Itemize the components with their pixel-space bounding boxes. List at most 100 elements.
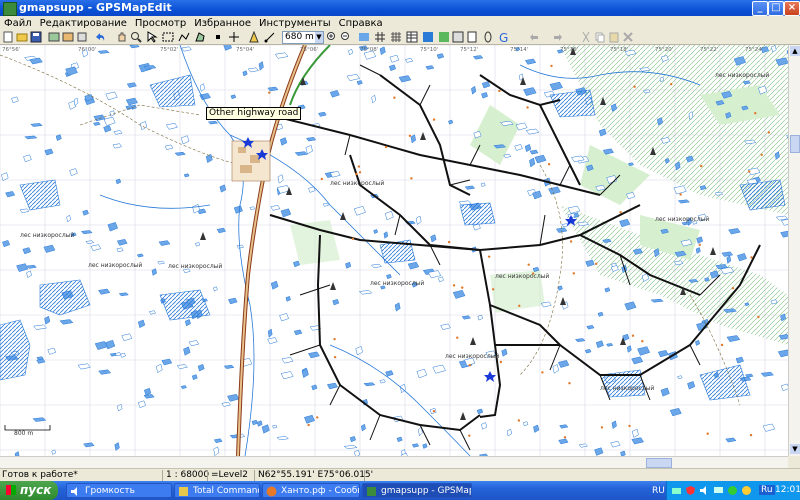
zoom-out-icon[interactable] xyxy=(340,31,352,43)
delete-icon[interactable] xyxy=(622,31,634,43)
start-button[interactable]: пуск xyxy=(0,481,58,500)
forest-label: лес низкорослый xyxy=(168,263,222,270)
menu-tools[interactable]: Инструменты xyxy=(255,17,335,31)
properties-icon[interactable] xyxy=(76,31,88,43)
zero-icon[interactable] xyxy=(482,31,494,43)
node-tool-icon[interactable] xyxy=(212,31,224,43)
water-patch xyxy=(114,352,122,357)
water-patch xyxy=(279,137,288,146)
field-marker xyxy=(526,106,529,109)
zoom-level-select[interactable]: 680 m ▼ xyxy=(282,31,324,44)
menu-view[interactable]: Просмотр xyxy=(131,17,190,31)
status-level: =Level2 xyxy=(211,470,249,480)
minimize-button[interactable]: _ xyxy=(752,1,768,16)
water-patch xyxy=(780,230,788,238)
table-icon[interactable] xyxy=(406,31,418,43)
point-tool-icon[interactable] xyxy=(248,30,260,43)
menu-edit[interactable]: Редактирование xyxy=(36,17,131,31)
zoom-in-icon[interactable] xyxy=(326,31,338,43)
map-layer-icon[interactable] xyxy=(358,31,370,43)
task-browser[interactable]: Ханто.рф - Сообщес... xyxy=(262,483,360,498)
document-icon[interactable] xyxy=(466,31,478,43)
water-patch xyxy=(585,259,595,267)
water-patch xyxy=(233,205,243,214)
export-icon[interactable] xyxy=(62,31,74,43)
water-patch xyxy=(506,428,513,437)
toolbar: 680 m ▼ G xyxy=(0,30,800,45)
measure-tool-icon[interactable] xyxy=(264,31,276,43)
polygon-tool-icon[interactable] xyxy=(194,31,206,43)
water-patch xyxy=(631,428,639,438)
grid-fine-icon[interactable] xyxy=(390,31,402,43)
water-patch xyxy=(355,346,363,356)
field-marker xyxy=(432,409,436,413)
zoom-tool-icon[interactable] xyxy=(130,31,142,43)
save-icon[interactable] xyxy=(30,31,42,43)
menu-file[interactable]: Файл xyxy=(0,17,36,31)
new-file-icon[interactable] xyxy=(2,31,14,43)
water-patch xyxy=(604,287,611,293)
water-patch xyxy=(113,130,123,135)
task-volume[interactable]: Громкость xyxy=(66,483,172,498)
map-canvas[interactable]: лес низкорослый лес низкорослый лес низк… xyxy=(0,45,788,456)
water-patch xyxy=(461,315,471,320)
scroll-down-icon[interactable]: ▼ xyxy=(790,444,800,454)
hand-tool-icon[interactable] xyxy=(116,31,128,43)
water-patch xyxy=(308,351,320,359)
tray-language[interactable]: Ru xyxy=(759,485,775,495)
grid-icon[interactable] xyxy=(374,31,386,43)
water-patch xyxy=(137,319,146,329)
water-patch xyxy=(737,253,747,262)
water-patch xyxy=(11,96,19,104)
water-patch xyxy=(628,162,634,167)
chevron-down-icon[interactable]: ▼ xyxy=(315,32,323,43)
maximize-button[interactable]: □ xyxy=(768,1,784,16)
vertical-scrollbar[interactable]: ▲ ▼ xyxy=(788,45,800,456)
water-patch xyxy=(151,268,157,276)
layers-icon[interactable] xyxy=(438,31,450,43)
water-patch xyxy=(626,345,632,353)
horizontal-scroll-thumb[interactable] xyxy=(646,458,672,468)
transparency-icon[interactable] xyxy=(452,31,464,43)
monitor-icon xyxy=(714,487,723,493)
water-patch xyxy=(501,348,508,357)
svg-text:75°22': 75°22' xyxy=(700,47,718,53)
import-icon[interactable] xyxy=(48,31,60,43)
cut-icon[interactable] xyxy=(580,31,592,43)
task-total-commander[interactable]: Total Commander 7.0... xyxy=(174,483,260,498)
undo-icon[interactable] xyxy=(94,31,106,43)
water-patch xyxy=(725,437,737,443)
scroll-up-icon[interactable]: ▲ xyxy=(790,46,800,56)
water-patch xyxy=(293,329,303,336)
water-patch xyxy=(425,65,435,70)
task-gpsmapedit[interactable]: gmapsupp - GPSMapEdit xyxy=(362,483,472,498)
field-marker xyxy=(619,211,622,214)
move-tool-icon[interactable] xyxy=(228,31,240,43)
water-patch xyxy=(728,228,741,235)
field-marker xyxy=(498,89,501,93)
water-patch xyxy=(16,263,29,272)
paste-icon[interactable] xyxy=(608,31,620,43)
google-icon[interactable]: G xyxy=(498,31,510,45)
undo-arrow-icon[interactable] xyxy=(528,31,540,43)
copy-icon[interactable] xyxy=(594,31,606,43)
menu-favorites[interactable]: Избранное xyxy=(190,17,255,31)
water-patch xyxy=(105,339,116,350)
water-patch xyxy=(398,75,412,83)
open-folder-icon[interactable] xyxy=(16,31,28,43)
field-marker xyxy=(461,286,464,289)
close-button[interactable]: × xyxy=(784,1,800,16)
language-indicator[interactable]: RU xyxy=(652,486,665,496)
water-patch xyxy=(180,385,187,390)
raster-icon[interactable] xyxy=(422,31,434,43)
field-marker xyxy=(633,85,636,88)
clock: 12:01 xyxy=(775,485,800,495)
menu-help[interactable]: Справка xyxy=(335,17,387,31)
select-rect-icon[interactable] xyxy=(162,31,174,43)
select-arrow-icon[interactable] xyxy=(146,31,158,43)
water-patch xyxy=(281,356,294,364)
water-patch xyxy=(55,134,62,141)
vertical-scroll-thumb[interactable] xyxy=(790,135,800,153)
polyline-tool-icon[interactable] xyxy=(178,31,190,43)
redo-arrow-icon[interactable] xyxy=(552,31,564,43)
